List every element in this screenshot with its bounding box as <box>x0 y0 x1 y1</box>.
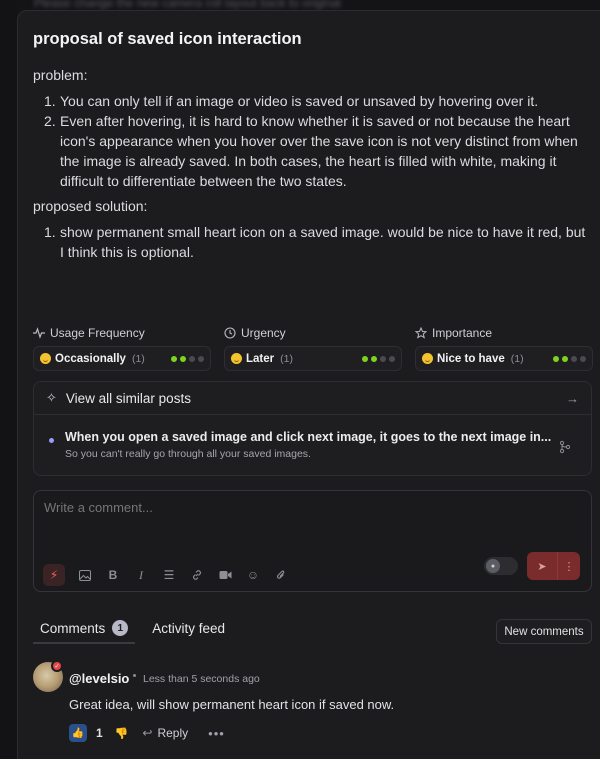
problem-list: 1. You can only tell if an image or video… <box>44 91 590 191</box>
solution-list: 1. show permanent small heart icon on a s… <box>44 222 590 262</box>
bullet <box>49 438 54 443</box>
merge-icon[interactable] <box>559 440 571 457</box>
thumbs-down-icon[interactable]: 👎 <box>115 727 129 740</box>
smile-emoji-icon <box>422 353 433 364</box>
star-icon <box>415 327 427 339</box>
attachment-icon[interactable] <box>267 564 295 586</box>
reply-button[interactable]: ↩ Reply <box>142 726 188 740</box>
formatting-toolbar: ⚡ B I ☰ ☺ <box>43 564 295 586</box>
meta-usage-frequency: Usage Frequency Occasionally (1) <box>33 325 211 371</box>
meta-label: Importance <box>432 326 493 340</box>
similar-posts-card: ✧ View all similar posts → When you open… <box>33 381 592 476</box>
blurred-post-text: Please change the new camera roll layout… <box>34 0 341 10</box>
emoji-icon[interactable]: ☺ <box>239 564 267 586</box>
comment-actions: 👍 1 👎 ↩ Reply ••• <box>69 724 225 742</box>
thumbs-up-icon[interactable]: 👍 <box>69 724 87 742</box>
list-icon[interactable]: ☰ <box>155 564 183 586</box>
similar-post-title: When you open a saved image and click ne… <box>65 430 552 444</box>
image-icon[interactable] <box>71 564 99 586</box>
comment-timestamp: Less than 5 seconds ago <box>143 673 260 685</box>
view-similar-posts-link[interactable]: ✧ View all similar posts → <box>34 382 591 415</box>
link-icon[interactable] <box>183 564 211 586</box>
usage-frequency-select[interactable]: Occasionally (1) <box>33 346 211 371</box>
tab-comments[interactable]: Comments 1 <box>33 616 136 644</box>
comment-text: Great idea, will show permanent heart ic… <box>69 697 395 712</box>
like-count: 1 <box>96 726 103 740</box>
level-dots <box>171 355 204 362</box>
pulse-icon <box>33 327 45 339</box>
similar-posts-header: View all similar posts <box>65 390 191 406</box>
comment-tabs: Comments 1 Activity feed <box>33 616 232 644</box>
bold-icon[interactable]: B <box>99 564 127 586</box>
meta-label: Urgency <box>241 326 286 340</box>
urgency-select[interactable]: Later (1) <box>224 346 402 371</box>
solution-label: proposed solution: <box>33 198 148 214</box>
post-title: proposal of saved icon interaction <box>33 30 302 48</box>
more-options-icon[interactable]: ••• <box>208 726 225 741</box>
left-rail <box>0 0 17 759</box>
level-dots <box>362 355 395 362</box>
send-button[interactable]: ➤ ⋮ <box>527 552 580 580</box>
reply-icon: ↩ <box>142 726 153 740</box>
grinning-emoji-icon <box>231 353 242 364</box>
problem-label: problem: <box>33 67 88 83</box>
private-toggle[interactable]: ● <box>484 557 518 575</box>
list-item: 1. show permanent small heart icon on a s… <box>44 224 586 260</box>
comment-composer: ⚡ B I ☰ ☺ ● ➤ ⋮ <box>33 490 592 592</box>
tab-activity-feed[interactable]: Activity feed <box>145 617 232 644</box>
slight-smile-emoji-icon <box>40 353 51 364</box>
similar-post-subtitle: So you can't really go through all your … <box>65 448 311 460</box>
meta-importance: Importance Nice to have (1) <box>415 325 593 371</box>
comment-input[interactable] <box>44 500 474 515</box>
importance-select[interactable]: Nice to have (1) <box>415 346 593 371</box>
video-icon[interactable] <box>211 564 239 586</box>
similar-post-item[interactable]: When you open a saved image and click ne… <box>34 416 591 476</box>
arrow-right-icon: → <box>566 390 579 406</box>
level-dots <box>553 355 586 362</box>
list-item: 2. Even after hovering, it is hard to kno… <box>44 113 578 189</box>
new-comments-button[interactable]: New comments <box>496 619 592 644</box>
list-item: 1. You can only tell if an image or video… <box>44 93 539 109</box>
italic-icon[interactable]: I <box>127 564 155 586</box>
comments-count-badge: 1 <box>112 620 129 636</box>
ai-lightning-icon[interactable]: ⚡ <box>43 564 65 586</box>
sparkle-icon: ✧ <box>46 390 57 405</box>
eye-icon: ● <box>486 559 500 573</box>
clock-icon <box>224 327 236 339</box>
comment-author[interactable]: @levelsio <box>69 671 129 686</box>
admin-badge-icon: ✓ <box>51 660 63 672</box>
meta-urgency: Urgency Later (1) <box>224 325 402 371</box>
send-icon: ➤ <box>537 560 547 573</box>
send-options-icon[interactable]: ⋮ <box>558 560 580 573</box>
separator-dot <box>133 674 136 677</box>
meta-label: Usage Frequency <box>50 326 145 340</box>
